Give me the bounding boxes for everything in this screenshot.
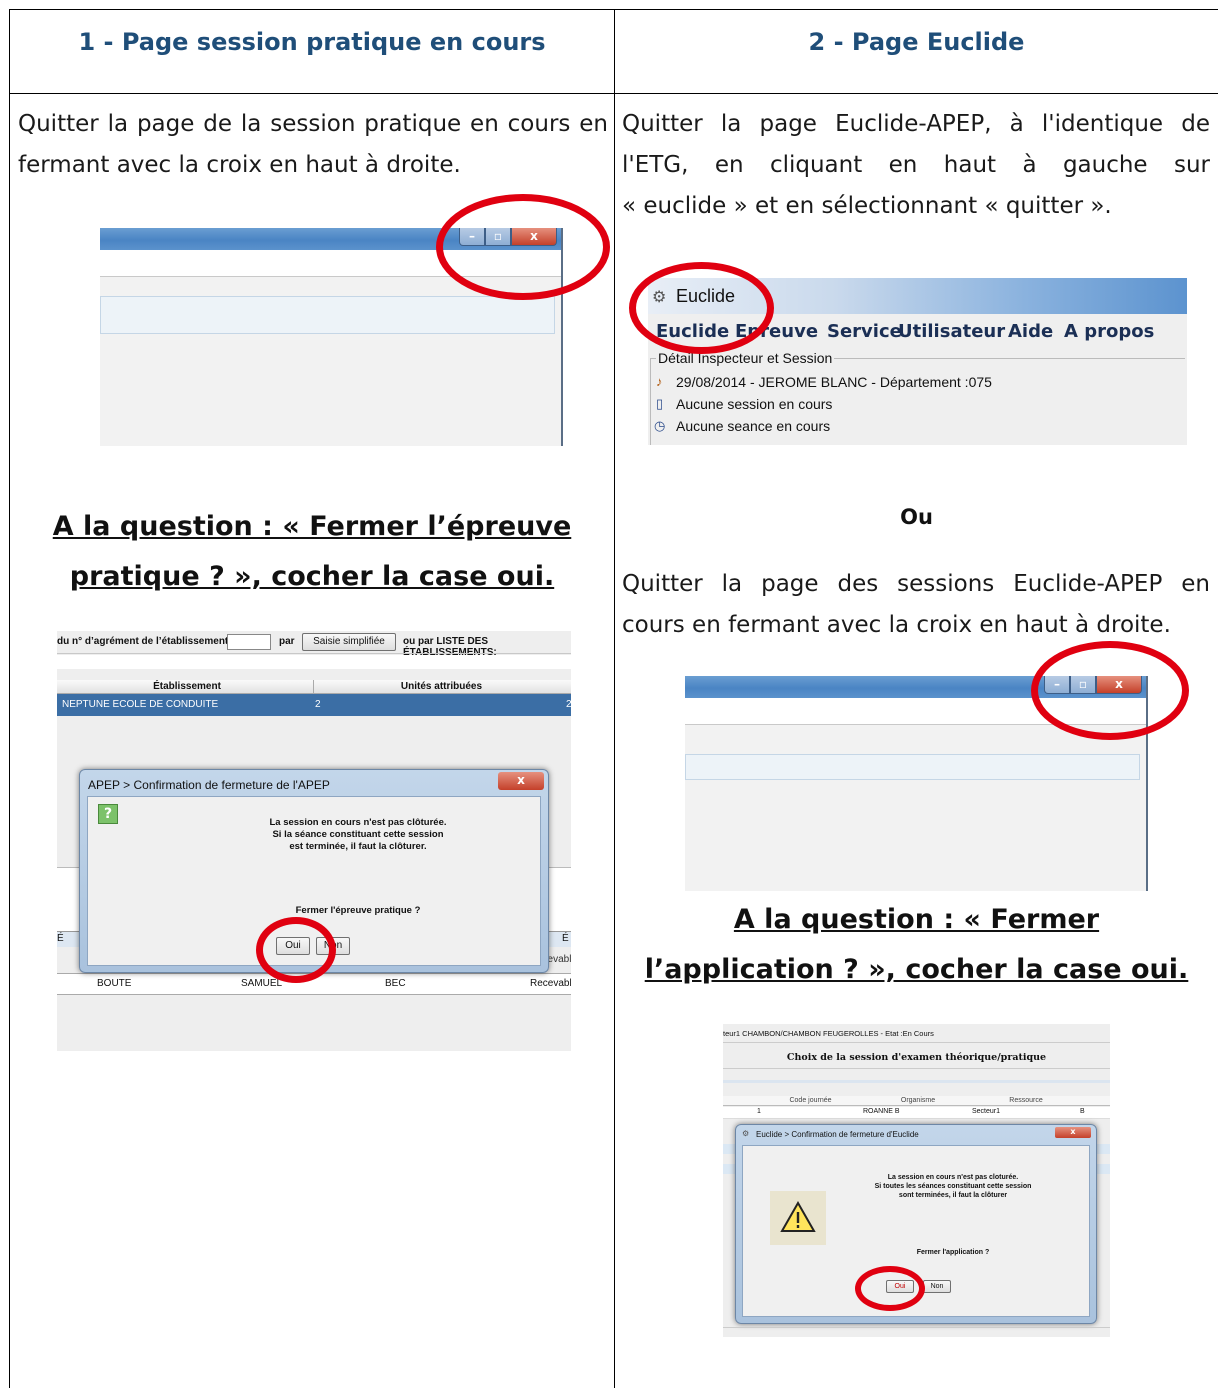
instruction-line: Quitter la page de la session pratique e… <box>18 111 608 137</box>
bottom-divider <box>723 1327 1110 1328</box>
table-cell: 2 <box>566 699 571 710</box>
instruction-line: cours en fermant avec la croix en haut à… <box>622 612 1171 638</box>
partial-header: É <box>562 933 569 944</box>
dialog-message: La session en cours n'est pas clôturée. … <box>208 817 508 853</box>
highlight-circle <box>629 262 774 354</box>
apep-screenshot: du n° d’agrément de l’établissement: par… <box>57 631 571 1051</box>
question-line: l’application ? », cocher la case oui. <box>644 954 1189 985</box>
highlight-circle <box>855 1266 925 1311</box>
table-cell: NEPTUNE ECOLE DE CONDUITE <box>62 699 219 710</box>
column-1-title: 1 - Page session pratique en cours <box>78 28 546 56</box>
instruction-line: Quitter la page des sessions Euclide-APE… <box>622 571 1210 597</box>
par-label: par <box>279 636 295 647</box>
info-line: Aucune seance en cours <box>676 418 831 434</box>
panel-band <box>685 754 1140 780</box>
column-2-instruction-2: Quitter la page des sessions Euclide-APE… <box>622 564 1210 646</box>
warning-icon-box <box>770 1191 826 1245</box>
filter-band <box>723 1080 1110 1083</box>
dialog-question: Fermer l'application ? <box>916 1249 990 1256</box>
column-header[interactable]: Ressource <box>971 1097 1081 1104</box>
filter-band <box>57 655 571 669</box>
column-header[interactable]: Unités attribuées <box>314 681 569 692</box>
table-cell: B <box>1080 1108 1085 1115</box>
message-line: La session en cours n'est pas cloturée. <box>887 1174 1019 1181</box>
table-cell: 1 <box>757 1108 761 1115</box>
column-1-question: A la question : « Fermer l’épreuve prati… <box>10 502 614 602</box>
dialog-close-icon[interactable]: x <box>498 772 544 790</box>
table-cell: BEC <box>385 978 406 989</box>
dialog-message: La session en cours n'est pas cloturée. … <box>843 1173 1063 1200</box>
clock-icon: ◷ <box>654 418 666 433</box>
info-line: Aucune session en cours <box>676 396 833 412</box>
header-divider <box>723 1042 1110 1043</box>
instruction-line: fermant avec la croix en haut à droite. <box>18 152 461 178</box>
message-line: Si toutes les séances constituant cette … <box>874 1183 1032 1190</box>
or-label: Ou <box>900 505 933 529</box>
message-line: sont terminées, il faut la clôturer <box>898 1192 1008 1199</box>
message-line: Si la séance constituant cette session <box>272 829 444 840</box>
column-2-question: A la question : « Fermer l’application ?… <box>615 895 1218 995</box>
inspector-panel: Détail Inspecteur et Session ♪ 29/08/201… <box>648 348 1187 445</box>
session-icon: ▯ <box>656 396 664 411</box>
euclide-app-icon: ⚙ <box>742 1129 750 1138</box>
no-button[interactable]: Non <box>923 1280 951 1293</box>
column-header[interactable]: Établissement <box>62 681 312 692</box>
title-divider <box>723 1068 1110 1069</box>
table-cell: ROANNE B <box>863 1108 900 1115</box>
column-2-title: 2 - Page Euclide <box>808 28 1025 56</box>
partial-header: É <box>57 933 64 944</box>
table-cell: 2 <box>315 699 321 710</box>
question-line: A la question : « Fermer l’épreuve <box>52 511 572 542</box>
warning-icon <box>780 1200 816 1232</box>
menu-item-utilisateur[interactable]: Utilisateur <box>898 321 1005 342</box>
table-row[interactable] <box>723 1107 1110 1119</box>
column-divider <box>614 9 615 1388</box>
instruction-line: l'ETG, en cliquant en haut à gauche sur <box>622 152 1210 178</box>
session-title: Choix de la session d'examen théorique/p… <box>786 1052 1047 1063</box>
question-line: pratique ? », cocher la case oui. <box>69 561 555 592</box>
question-icon: ? <box>98 804 118 824</box>
highlight-circle <box>436 194 610 300</box>
question-line: A la question : « Fermer <box>733 904 1100 935</box>
panel-band <box>100 296 555 334</box>
column-header[interactable]: Code journée <box>753 1097 868 1104</box>
dialog-title: Euclide > Confirmation de fermeture d'Eu… <box>756 1130 919 1139</box>
message-line: La session en cours n'est pas clôturée. <box>269 817 447 828</box>
menu-item-aide[interactable]: Aide <box>1008 321 1053 342</box>
search-bar-divider <box>57 653 571 654</box>
agrement-input[interactable] <box>227 634 271 650</box>
highlight-circle <box>1031 641 1189 740</box>
dialog-close-icon[interactable]: x <box>1055 1127 1091 1138</box>
column-1-instruction: Quitter la page de la session pratique e… <box>18 104 608 186</box>
table-cell: Recevabl <box>530 978 571 989</box>
table-left-border <box>9 9 10 1388</box>
calendar-icon: ♪ <box>656 374 663 389</box>
menu-item-a-propos[interactable]: A propos <box>1064 321 1154 342</box>
document-page: 1 - Page session pratique en cours Quitt… <box>0 0 1218 1388</box>
search-label: du n° d’agrément de l’établissement: <box>57 636 232 647</box>
table-cell: Secteur1 <box>972 1108 1001 1115</box>
table-cell: SAMUEL <box>241 978 283 989</box>
dialog-question: Fermer l'épreuve pratique ? <box>295 905 421 916</box>
instruction-line: « euclide » et en sélectionnant « quitte… <box>622 193 1112 219</box>
info-line: 29/08/2014 - JEROME BLANC - Département … <box>676 374 992 390</box>
column-header[interactable]: Organisme <box>863 1097 973 1104</box>
instruction-line: Quitter la page Euclide-APEP, à l'identi… <box>622 111 1210 137</box>
table-cell: BOUTE <box>97 978 132 989</box>
session-header: teur1 CHAMBON/CHAMBON FEUGEROLLES - Etat… <box>723 1029 934 1038</box>
dialog-title: APEP > Confirmation de fermeture de l'AP… <box>88 778 330 792</box>
menu-item-service[interactable]: Service <box>827 321 902 342</box>
column-2-instruction: Quitter la page Euclide-APEP, à l'identi… <box>622 104 1210 227</box>
message-line: est terminée, il faut la clôturer. <box>289 841 427 852</box>
saisie-simplifiee-button[interactable]: Saisie simplifiée <box>302 633 396 651</box>
highlight-circle <box>256 917 336 983</box>
